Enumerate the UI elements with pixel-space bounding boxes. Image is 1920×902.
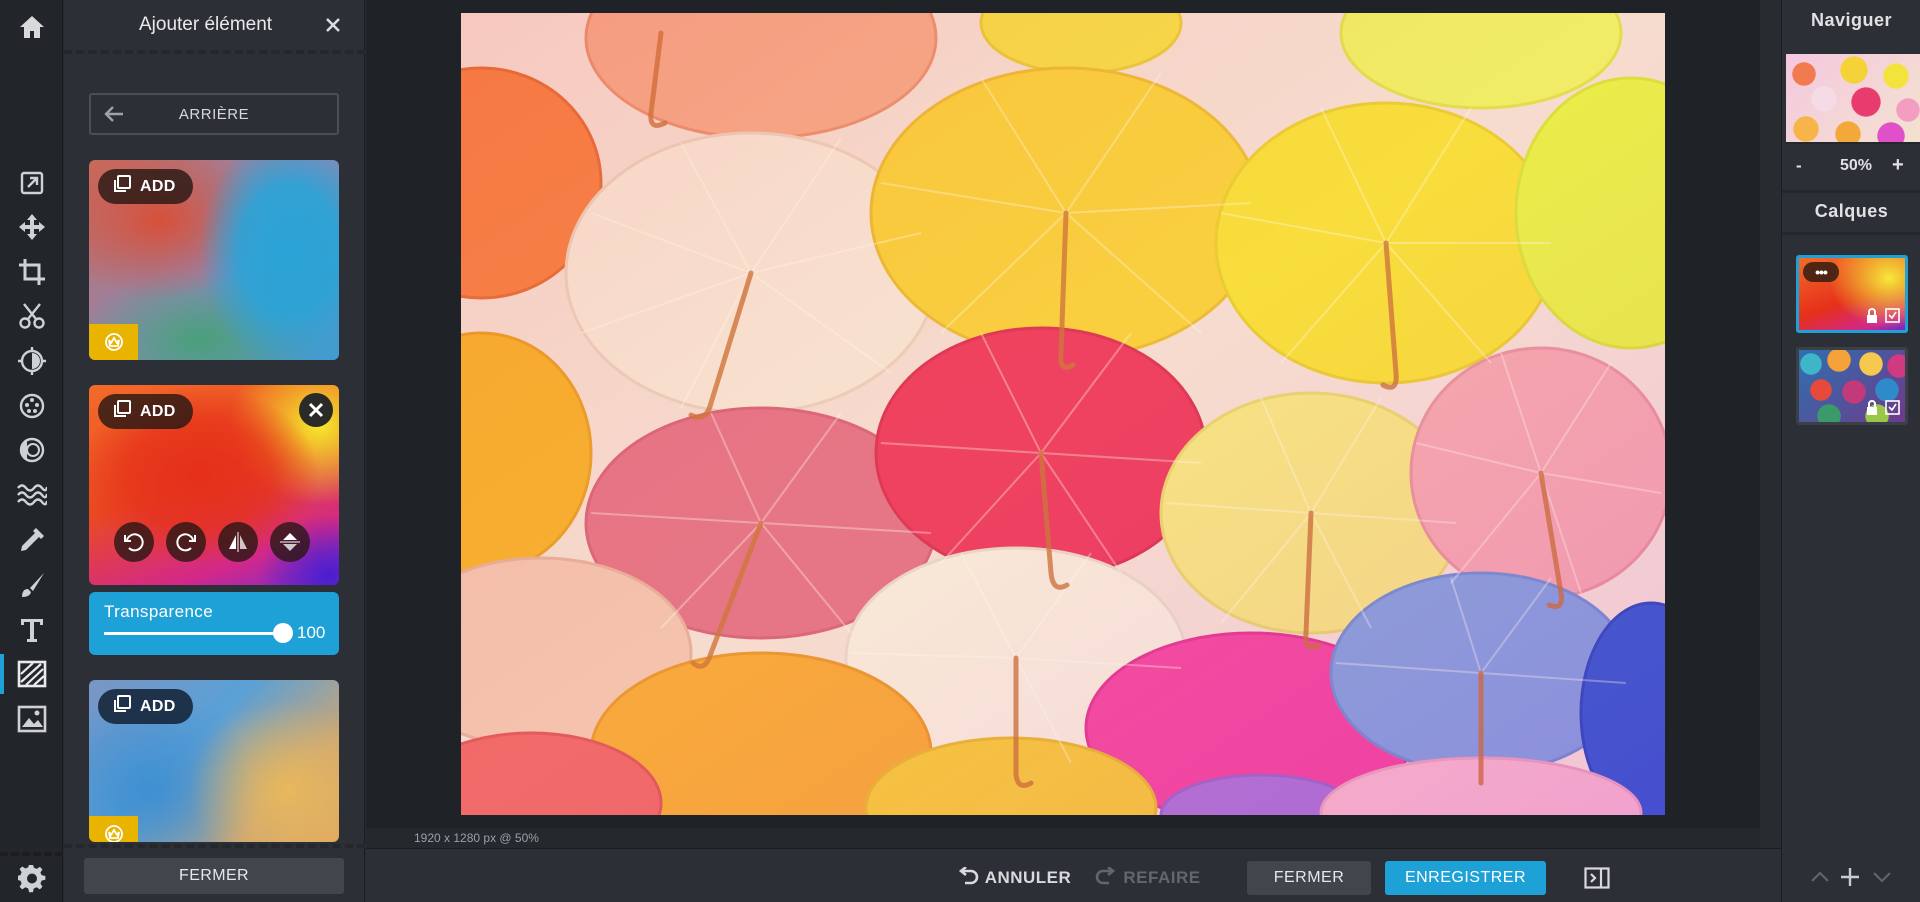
home-icon[interactable] <box>0 0 63 54</box>
close-icon[interactable] <box>320 12 346 38</box>
flip-horizontal-icon[interactable] <box>218 522 258 562</box>
image-icon[interactable] <box>0 697 63 741</box>
back-button[interactable]: ARRIÈRE <box>89 93 339 135</box>
adjust-icon[interactable] <box>0 339 63 383</box>
transparency-control: Transparence 100 <box>89 592 339 655</box>
brush-icon[interactable] <box>0 563 63 607</box>
zoom-level: 50% <box>1839 157 1873 174</box>
more-options-icon[interactable]: ••• <box>1803 262 1839 282</box>
panel-footer: FERMER <box>64 844 365 902</box>
premium-badge-icon <box>89 324 138 360</box>
layers-footer <box>1782 854 1920 902</box>
texture-item[interactable]: ADD <box>89 680 339 842</box>
text-icon[interactable] <box>0 608 63 652</box>
texture-actions <box>114 522 310 562</box>
visibility-checkbox-icon[interactable] <box>1885 308 1900 328</box>
transparency-value: 100 <box>297 623 326 642</box>
save-button[interactable]: ENREGISTRER <box>1385 861 1546 895</box>
undo-button[interactable]: ANNULER <box>951 861 1077 895</box>
bottom-toolbar: ANNULER REFAIRE FERMER ENREGISTRER <box>366 848 1781 902</box>
toggle-panel-icon[interactable] <box>1582 861 1612 895</box>
undo-label: ANNULER <box>984 868 1072 887</box>
transparency-slider-handle[interactable] <box>273 623 293 643</box>
effects-icon[interactable] <box>0 384 63 428</box>
add-label: ADD <box>140 177 176 195</box>
image-dimensions: 1920 x 1280 px @ 50% <box>414 831 539 845</box>
redo-label: REFAIRE <box>1123 868 1201 887</box>
add-element-panel: Ajouter élément ARRIÈRE ADD ADD Transpar… <box>64 0 365 902</box>
right-panel: Naviguer - 50% + Calques ••• <box>1781 0 1920 902</box>
add-button[interactable]: ADD <box>98 689 193 724</box>
back-label: ARRIÈRE <box>178 105 250 123</box>
lock-icon[interactable] <box>1865 308 1879 329</box>
zoom-in-button[interactable]: + <box>1892 154 1904 177</box>
layers-title: Calques <box>1814 201 1889 221</box>
canvas-area[interactable] <box>366 0 1760 848</box>
add-button[interactable]: ADD <box>98 169 193 204</box>
transparency-slider-track[interactable] <box>104 632 284 635</box>
add-layer-icon[interactable] <box>1839 866 1861 893</box>
premium-badge-icon <box>89 816 138 842</box>
undo-icon <box>957 865 979 890</box>
tool-rail <box>0 0 63 902</box>
remove-icon[interactable] <box>299 393 333 427</box>
panel-header: Ajouter élément <box>64 0 365 54</box>
close-button[interactable]: FERMER <box>1247 861 1371 895</box>
crop-icon[interactable] <box>0 250 63 294</box>
redo-button[interactable]: REFAIRE <box>1093 861 1203 895</box>
add-layer-icon <box>112 174 132 199</box>
flip-vertical-icon[interactable] <box>270 522 310 562</box>
photo-editor: Ajouter élément ARRIÈRE ADD ADD Transpar… <box>0 0 1920 902</box>
panel-title: Ajouter élément <box>139 14 273 35</box>
divider <box>1782 190 1920 193</box>
cut-icon[interactable] <box>0 294 63 338</box>
transparency-label: Transparence <box>104 602 214 621</box>
zoom-out-button[interactable]: - <box>1796 156 1802 176</box>
texture-icon[interactable] <box>0 652 63 696</box>
texture-item[interactable]: ADD <box>89 160 339 360</box>
zoom-controls: - 50% + <box>1782 154 1920 182</box>
navigator-title: Naviguer <box>1810 10 1893 30</box>
navigator-preview[interactable] <box>1786 54 1920 144</box>
move-layer-up-icon[interactable] <box>1810 870 1830 889</box>
visibility-checkbox-icon[interactable] <box>1885 400 1900 420</box>
vignette-icon[interactable] <box>0 428 63 472</box>
redo-icon <box>1095 865 1117 890</box>
open-image-icon[interactable] <box>0 161 63 205</box>
add-layer-icon <box>112 399 132 424</box>
divider <box>1782 232 1920 235</box>
move-layer-down-icon[interactable] <box>1872 870 1892 889</box>
wave-icon[interactable] <box>0 473 63 517</box>
add-label: ADD <box>140 402 176 420</box>
close-panel-button[interactable]: FERMER <box>84 858 344 894</box>
add-button[interactable]: ADD <box>98 394 193 429</box>
add-label: ADD <box>140 697 176 715</box>
lock-icon[interactable] <box>1865 400 1879 421</box>
rotate-left-icon[interactable] <box>114 522 154 562</box>
add-layer-icon <box>112 694 132 719</box>
texture-item-selected[interactable]: ADD <box>89 385 339 585</box>
rotate-right-icon[interactable] <box>166 522 206 562</box>
canvas-image[interactable] <box>461 13 1665 815</box>
layer-item-texture[interactable]: ••• <box>1796 255 1908 333</box>
layer-item-background[interactable] <box>1796 347 1908 425</box>
eyedropper-icon[interactable] <box>0 518 63 562</box>
move-icon[interactable] <box>0 205 63 249</box>
canvas-status-bar: 1920 x 1280 px @ 50% <box>366 828 1760 848</box>
settings-icon[interactable] <box>0 852 63 902</box>
arrow-left-icon <box>103 104 125 129</box>
